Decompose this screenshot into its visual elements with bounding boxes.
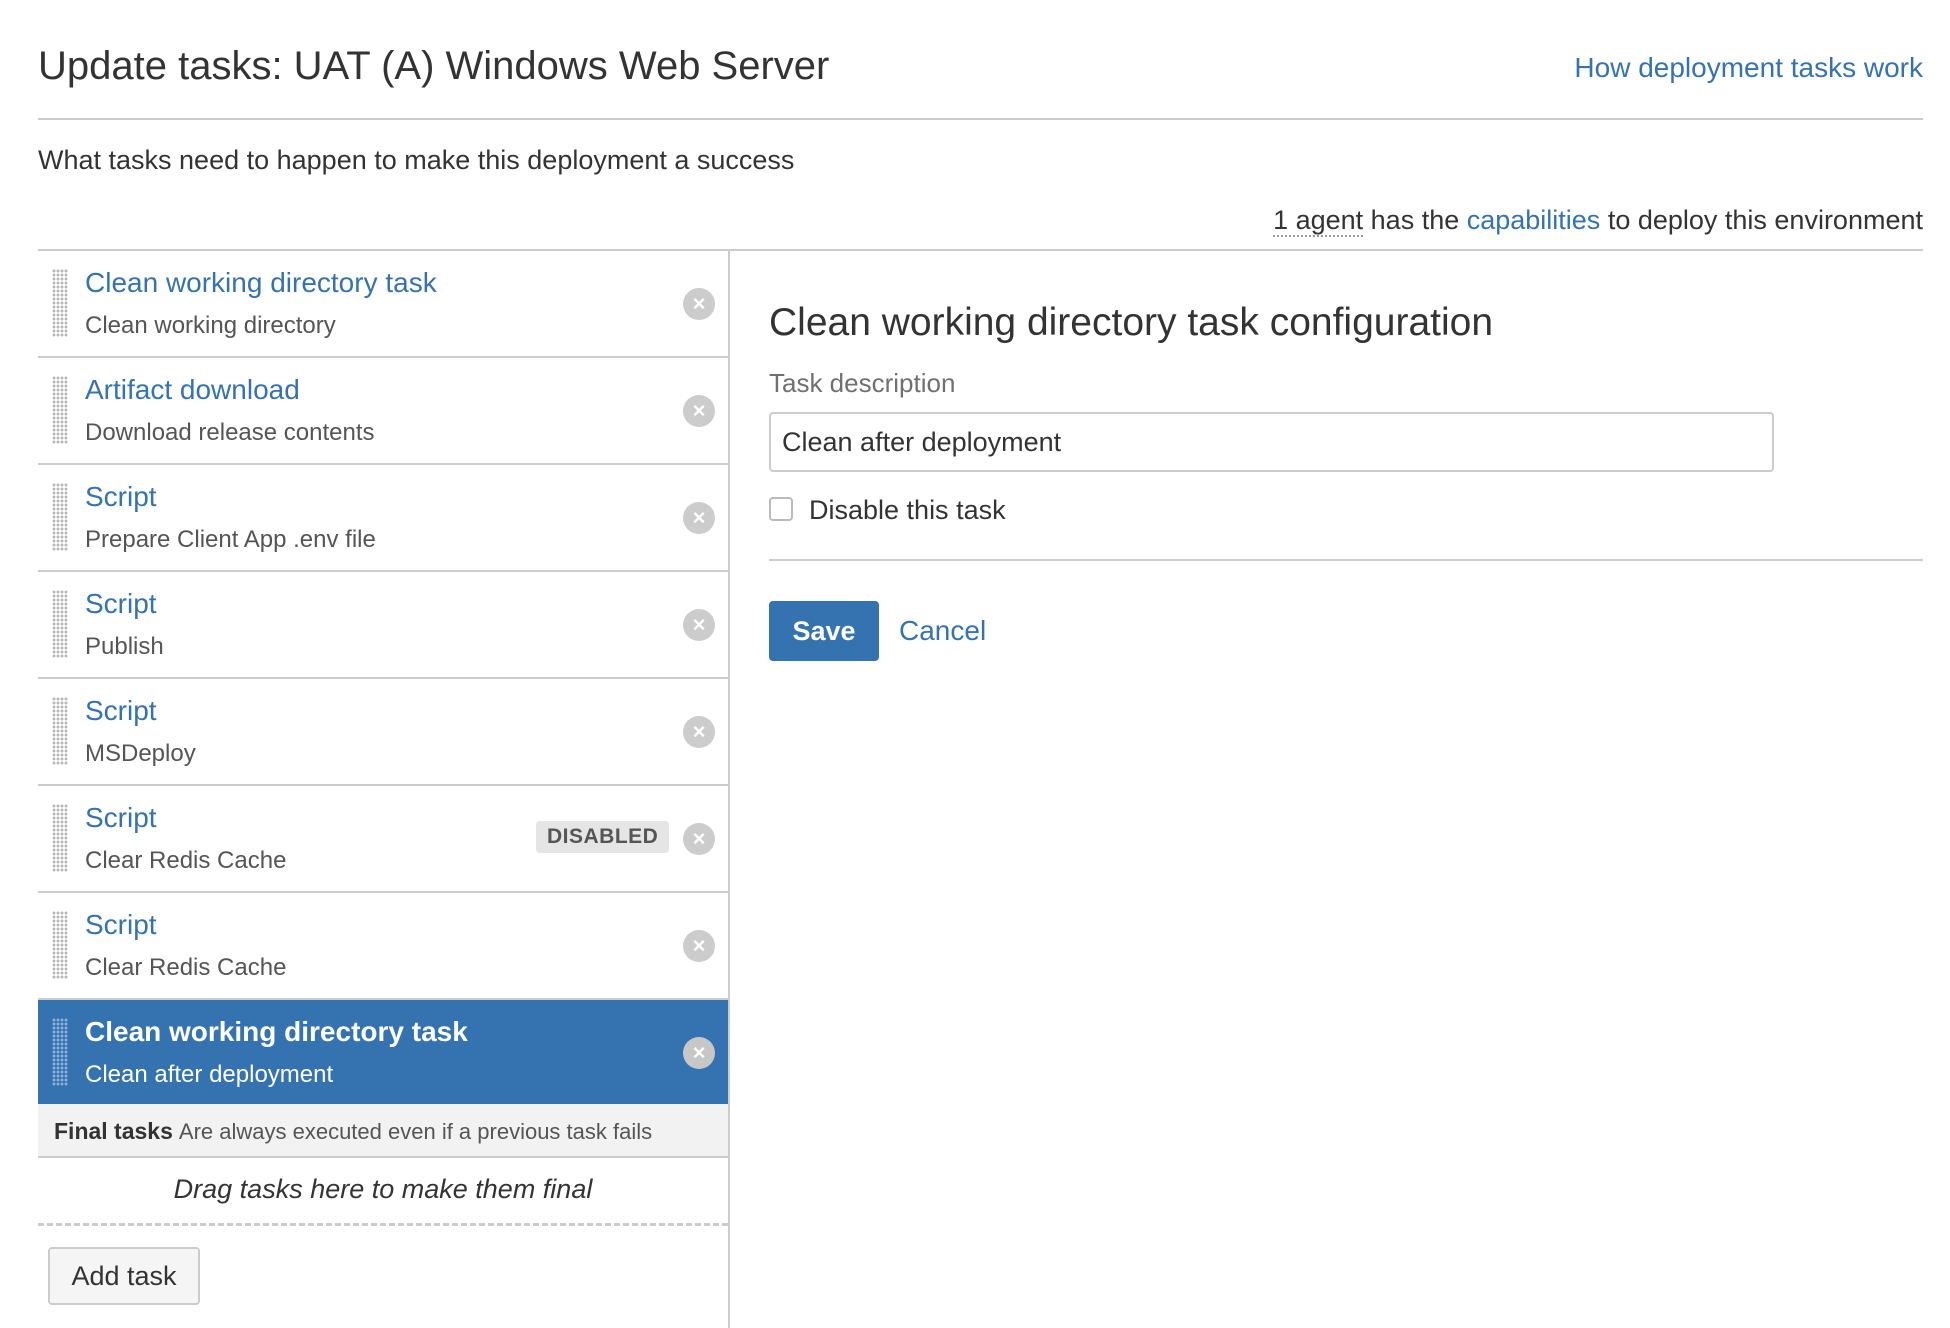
task-description: Clean working directory bbox=[85, 312, 336, 339]
task-item[interactable]: Script Publish × bbox=[38, 572, 728, 679]
task-config-panel: Clean working directory task configurati… bbox=[769, 251, 1923, 951]
final-tasks-title: Final tasks bbox=[54, 1118, 173, 1144]
cancel-link[interactable]: Cancel bbox=[899, 615, 986, 647]
task-name[interactable]: Script bbox=[85, 481, 157, 513]
final-tasks-header: Final tasks Are always executed even if a… bbox=[38, 1104, 728, 1158]
task-name[interactable]: Clean working directory task bbox=[85, 1016, 468, 1048]
page-header: Update tasks: UAT (A) Windows Web Server… bbox=[38, 38, 1923, 120]
config-divider bbox=[769, 559, 1923, 561]
task-item[interactable]: Script Prepare Client App .env file × bbox=[38, 465, 728, 572]
disable-task-checkbox[interactable] bbox=[769, 497, 793, 521]
disabled-badge: DISABLED bbox=[536, 821, 670, 853]
remove-task-icon[interactable]: × bbox=[683, 930, 715, 962]
task-description: Clear Redis Cache bbox=[85, 954, 287, 981]
task-name[interactable]: Script bbox=[85, 695, 157, 727]
agents-suffix: to deploy this environment bbox=[1600, 205, 1923, 235]
drag-handle-icon[interactable] bbox=[52, 1018, 68, 1086]
config-title: Clean working directory task configurati… bbox=[769, 301, 1494, 344]
agents-count[interactable]: 1 agent bbox=[1273, 205, 1364, 237]
final-tasks-description: Are always executed even if a previous t… bbox=[178, 1119, 653, 1144]
task-name[interactable]: Script bbox=[85, 802, 157, 834]
disable-task-label[interactable]: Disable this task bbox=[809, 495, 1006, 526]
final-tasks-dropzone[interactable]: Drag tasks here to make them final bbox=[38, 1158, 728, 1226]
drag-handle-icon[interactable] bbox=[52, 804, 68, 872]
add-task-button[interactable]: Add task bbox=[48, 1247, 200, 1305]
page-subtitle: What tasks need to happen to make this d… bbox=[38, 145, 795, 175]
task-item[interactable]: Clean working directory task Clean worki… bbox=[38, 251, 728, 358]
remove-task-icon[interactable]: × bbox=[683, 502, 715, 534]
task-name[interactable]: Clean working directory task bbox=[85, 267, 437, 299]
drag-handle-icon[interactable] bbox=[52, 269, 68, 337]
remove-task-icon[interactable]: × bbox=[683, 395, 715, 427]
remove-task-icon[interactable]: × bbox=[683, 609, 715, 641]
agents-prefix: has the bbox=[1363, 205, 1467, 235]
task-item[interactable]: Script Clear Redis Cache × bbox=[38, 893, 728, 1000]
page: Update tasks: UAT (A) Windows Web Server… bbox=[0, 0, 1950, 1328]
help-link[interactable]: How deployment tasks work bbox=[1574, 52, 1923, 84]
save-button[interactable]: Save bbox=[769, 601, 879, 661]
task-item[interactable]: Script MSDeploy × bbox=[38, 679, 728, 786]
task-name[interactable]: Script bbox=[85, 588, 157, 620]
drag-handle-icon[interactable] bbox=[52, 590, 68, 658]
task-description-label: Task description bbox=[769, 368, 956, 398]
task-name[interactable]: Artifact download bbox=[85, 374, 300, 406]
page-title: Update tasks: UAT (A) Windows Web Server bbox=[38, 44, 830, 88]
drag-handle-icon[interactable] bbox=[52, 376, 68, 444]
task-description: Clean after deployment bbox=[85, 1061, 334, 1088]
capabilities-link[interactable]: capabilities bbox=[1467, 205, 1601, 235]
task-description: Publish bbox=[85, 633, 164, 660]
agents-info: 1 agent has the capabilities to deploy t… bbox=[1273, 205, 1923, 237]
remove-task-icon[interactable]: × bbox=[683, 1037, 715, 1069]
task-item[interactable]: Artifact download Download release conte… bbox=[38, 358, 728, 465]
task-description: Clear Redis Cache bbox=[85, 847, 287, 874]
task-item-selected[interactable]: Clean working directory task Clean after… bbox=[38, 1000, 728, 1104]
task-list: Clean working directory task Clean worki… bbox=[38, 251, 730, 1328]
task-description-input[interactable] bbox=[769, 412, 1774, 472]
task-description: MSDeploy bbox=[85, 740, 196, 767]
remove-task-icon[interactable]: × bbox=[683, 716, 715, 748]
task-name[interactable]: Script bbox=[85, 909, 157, 941]
task-description: Download release contents bbox=[85, 419, 375, 446]
remove-task-icon[interactable]: × bbox=[683, 288, 715, 320]
drag-handle-icon[interactable] bbox=[52, 697, 68, 765]
task-item[interactable]: Script Clear Redis Cache DISABLED × bbox=[38, 786, 728, 893]
remove-task-icon[interactable]: × bbox=[683, 823, 715, 855]
main-area: Clean working directory task Clean worki… bbox=[38, 249, 1923, 1328]
drag-handle-icon[interactable] bbox=[52, 911, 68, 979]
drag-handle-icon[interactable] bbox=[52, 483, 68, 551]
task-description: Prepare Client App .env file bbox=[85, 526, 376, 553]
